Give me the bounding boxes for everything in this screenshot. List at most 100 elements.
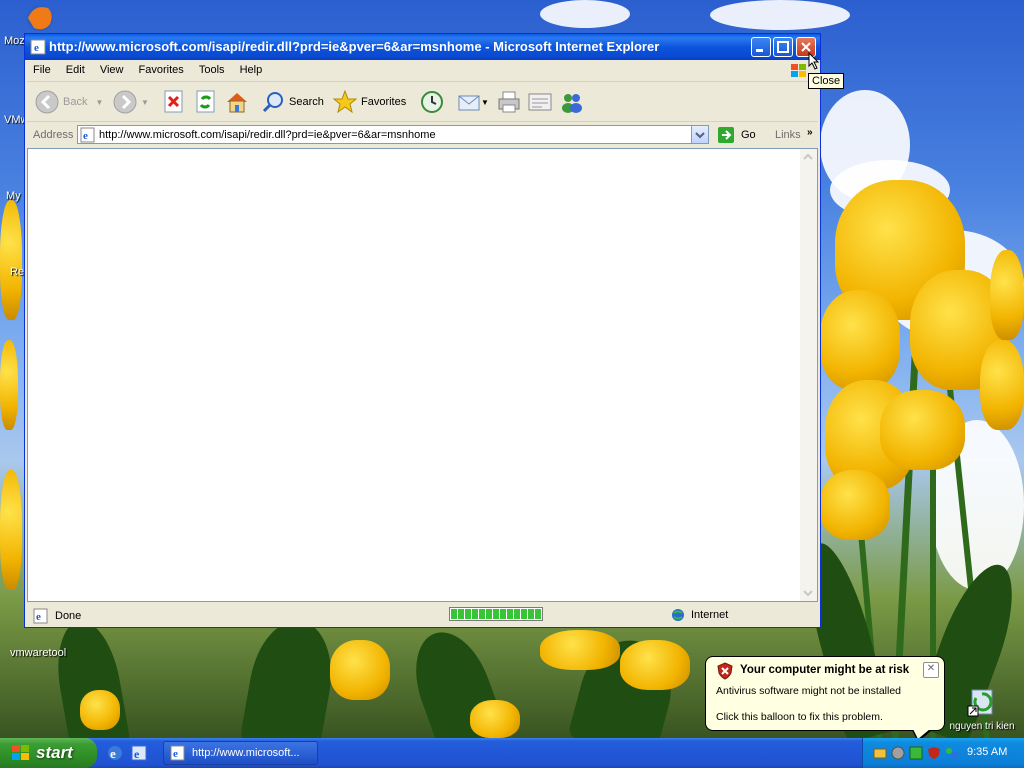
- quick-launch: e e: [106, 744, 148, 762]
- page-content[interactable]: [27, 148, 818, 602]
- mail-icon: [458, 95, 480, 111]
- progress-block: [493, 609, 499, 619]
- vertical-scrollbar[interactable]: [800, 149, 817, 601]
- chevron-down-icon: [695, 132, 705, 139]
- progress-block: [479, 609, 485, 619]
- chevrons-right-icon[interactable]: »: [807, 127, 813, 138]
- svg-text:e: e: [173, 748, 178, 760]
- standard-toolbar: Back ▼ ▼ Search Favorites ▼: [27, 83, 818, 122]
- tray-network-icon[interactable]: [873, 746, 887, 760]
- clock[interactable]: 9:35 AM: [967, 746, 1007, 758]
- go-button[interactable]: Go: [717, 125, 756, 144]
- progress-block: [465, 609, 471, 619]
- address-input[interactable]: e http://www.microsoft.com/isapi/redir.d…: [77, 125, 709, 144]
- menu-file[interactable]: File: [27, 61, 57, 79]
- desktop-icon-recycle[interactable]: Re: [10, 266, 24, 278]
- status-label: Done: [55, 610, 82, 622]
- address-dropdown-button[interactable]: [691, 126, 708, 143]
- forward-button[interactable]: ▼: [113, 89, 149, 115]
- menu-view[interactable]: View: [94, 61, 130, 79]
- address-label: Address: [33, 129, 74, 141]
- svg-text:e: e: [34, 42, 39, 54]
- desktop-icon-nguyen-tri-kien[interactable]: nguyen tri kien: [940, 686, 1024, 732]
- tray-vmware-icon[interactable]: [909, 746, 923, 760]
- balloon-close-button[interactable]: ✕: [923, 662, 939, 678]
- progress-bar: [449, 607, 543, 621]
- messenger-icon: [562, 94, 582, 113]
- security-alert-balloon[interactable]: Your computer might be at risk ✕ Antivir…: [705, 656, 945, 731]
- tray-connection-icon[interactable]: [945, 746, 959, 760]
- forward-arrow-icon: [113, 90, 137, 114]
- status-text: e Done: [33, 608, 81, 624]
- tray-volume-icon[interactable]: [891, 746, 905, 760]
- windows-flag-icon: [12, 745, 29, 760]
- stop-button[interactable]: [163, 89, 185, 115]
- progress-block: [486, 609, 492, 619]
- scroll-up-icon[interactable]: [800, 149, 817, 165]
- desktop-icon-vmwaretool[interactable]: vmwaretool: [10, 647, 66, 659]
- progress-block: [514, 609, 520, 619]
- globe-icon: [672, 609, 684, 621]
- go-arrow-icon: [718, 126, 734, 143]
- links-button[interactable]: Links: [775, 129, 801, 141]
- ie-page-icon: e: [30, 39, 46, 55]
- edit-page-icon: [528, 93, 552, 111]
- edit-button[interactable]: [527, 89, 553, 115]
- menu-edit[interactable]: Edit: [60, 61, 91, 79]
- menu-favorites[interactable]: Favorites: [133, 61, 190, 79]
- taskbar-ie-window[interactable]: e http://www.microsoft...: [163, 741, 318, 765]
- minimize-button[interactable]: [751, 37, 771, 57]
- print-button[interactable]: [497, 89, 521, 115]
- window-title: http://www.microsoft.com/isapi/redir.dll…: [49, 39, 660, 54]
- ie-page-icon: e: [80, 127, 95, 143]
- progress-block: [507, 609, 513, 619]
- balloon-message: Antivirus software might not be installe…: [716, 685, 902, 697]
- desktop-icon-label: nguyen tri kien: [949, 721, 1015, 732]
- stop-icon: [164, 90, 183, 113]
- maximize-icon: [777, 41, 789, 53]
- home-button[interactable]: [225, 89, 249, 115]
- progress-block: [500, 609, 506, 619]
- menu-tools[interactable]: Tools: [193, 61, 231, 79]
- progress-block: [472, 609, 478, 619]
- chevron-down-icon: ▼: [95, 97, 104, 107]
- progress-block: [535, 609, 541, 619]
- start-button[interactable]: start: [0, 738, 97, 768]
- back-arrow-icon: [35, 90, 59, 114]
- windows-logo-icon: [791, 64, 806, 77]
- shortcut-icon: [967, 689, 993, 717]
- refresh-button[interactable]: [195, 89, 217, 115]
- address-value: http://www.microsoft.com/isapi/redir.dll…: [99, 129, 436, 141]
- messenger-button[interactable]: [559, 89, 585, 115]
- zone-label: Internet: [691, 609, 729, 621]
- back-button[interactable]: Back ▼: [35, 89, 103, 115]
- favorites-button[interactable]: Favorites: [333, 89, 406, 115]
- ie-window-icon[interactable]: e: [130, 744, 148, 762]
- ie-window: e http://www.microsoft.com/isapi/redir.d…: [24, 33, 821, 628]
- progress-block: [521, 609, 527, 619]
- menu-help[interactable]: Help: [234, 61, 269, 79]
- desktop-icon-label: vmwaretool: [10, 647, 67, 659]
- firefox-icon: [27, 5, 53, 31]
- title-bar[interactable]: e http://www.microsoft.com/isapi/redir.d…: [25, 34, 820, 60]
- ie-icon[interactable]: e: [106, 744, 124, 762]
- svg-text:e: e: [36, 611, 41, 623]
- taskbar-item-label: http://www.microsoft...: [192, 747, 300, 759]
- scroll-down-icon[interactable]: [800, 585, 817, 601]
- status-bar: e Done Internet: [27, 604, 818, 625]
- back-label: Back: [63, 96, 88, 108]
- close-tooltip: Close: [808, 73, 845, 89]
- maximize-button[interactable]: [773, 37, 793, 57]
- search-label: Search: [289, 96, 324, 108]
- mail-button[interactable]: ▼: [457, 89, 489, 115]
- desktop-icon-label: My: [6, 190, 21, 202]
- start-label: start: [36, 743, 73, 762]
- tray-security-alert-icon[interactable]: [927, 746, 941, 760]
- menu-bar: File Edit View Favorites Tools Help: [27, 61, 818, 82]
- history-button[interactable]: [419, 89, 445, 115]
- desktop-icon-my-computer[interactable]: My: [6, 190, 21, 202]
- search-button[interactable]: Search: [261, 89, 324, 115]
- chevron-down-icon: ▼: [141, 97, 149, 107]
- chevron-down-icon: ▼: [481, 97, 489, 107]
- go-label: Go: [741, 128, 756, 141]
